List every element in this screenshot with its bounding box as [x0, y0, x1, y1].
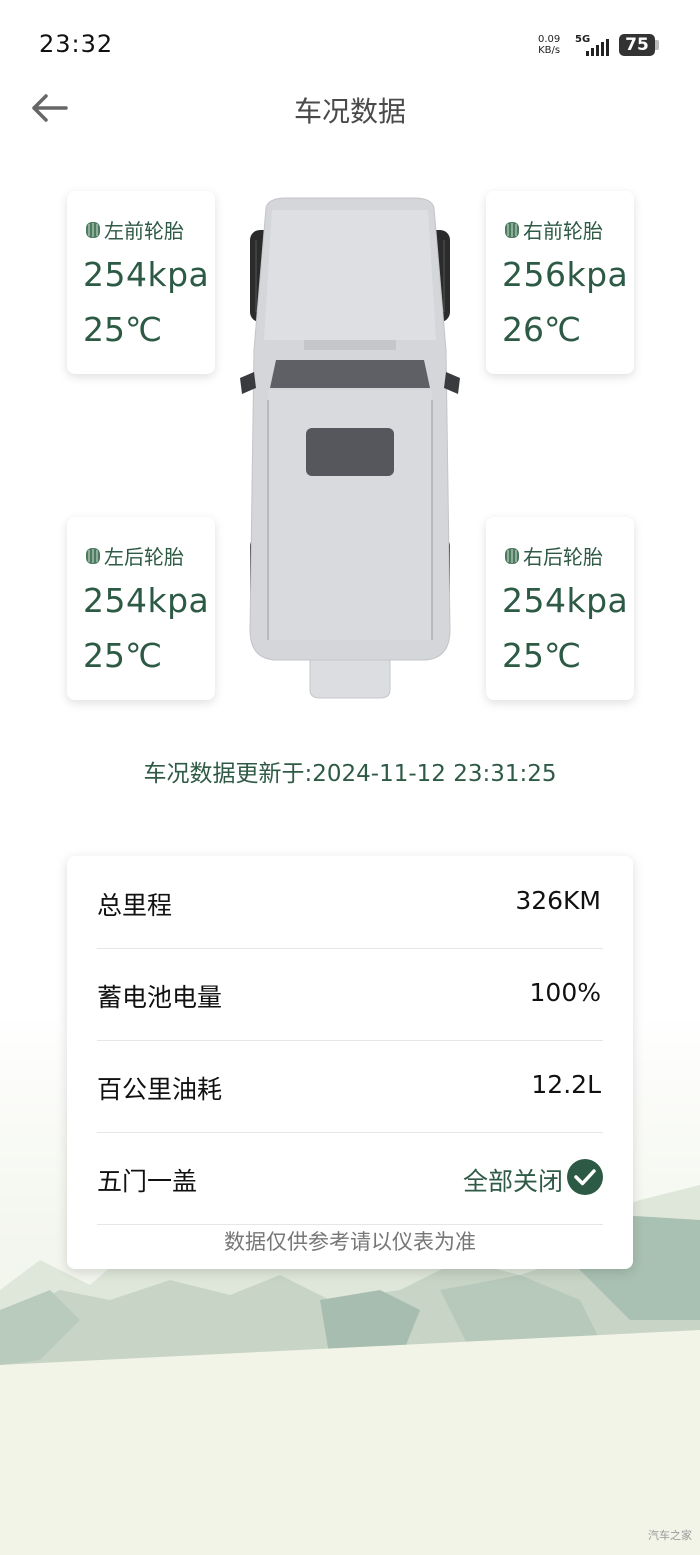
battery-icon: 75: [619, 34, 655, 56]
tire-card-rear-left: 左后轮胎 254kpa 25℃: [67, 517, 215, 700]
tire-pressure: 254kpa: [502, 581, 629, 620]
tire-label: 左后轮胎: [104, 545, 184, 569]
tire-icon: [505, 547, 519, 564]
page-title: 车况数据: [293, 95, 406, 128]
tire-icon: [86, 547, 100, 564]
network-speed-value: 0.09: [538, 34, 561, 45]
status-bar: 23:32 0.09 KB/s 5G 75: [0, 0, 700, 92]
info-value: 326KM: [515, 886, 601, 915]
data-disclaimer: 数据仅供参考请以仪表为准: [224, 1230, 476, 1254]
tire-temperature: 25℃: [502, 636, 582, 675]
tire-card-front-right: 右前轮胎 256kpa 26℃: [486, 191, 634, 374]
tire-pressure: 254kpa: [83, 581, 210, 620]
tire-pressure: 254kpa: [83, 255, 210, 294]
tire-label: 左前轮胎: [104, 219, 184, 243]
info-value: 全部关闭: [462, 1167, 563, 1196]
signal-bars-icon: [586, 39, 609, 56]
info-label: 百公里油耗: [97, 1075, 223, 1104]
tire-icon: [86, 221, 100, 238]
tire-icon: [505, 221, 519, 238]
network-speed: 0.09 KB/s: [538, 34, 560, 56]
network-speed-unit: KB/s: [538, 45, 561, 56]
tire-card-front-left: 左前轮胎 254kpa 25℃: [67, 191, 215, 374]
info-value: 100%: [529, 978, 601, 1007]
info-label: 五门一盖: [97, 1167, 198, 1196]
tire-temperature: 26℃: [502, 310, 582, 349]
info-label: 总里程: [97, 891, 173, 920]
info-row-battery-level: 蓄电池电量 100%: [97, 948, 603, 1041]
tire-card-rear-right: 右后轮胎 254kpa 25℃: [486, 517, 634, 700]
vehicle-info-panel: 总里程 326KM 蓄电池电量 100% 百公里油耗 12.2L 五门一盖 全部…: [67, 856, 633, 1269]
tire-temperature: 25℃: [83, 636, 163, 675]
info-row-fuel-consumption: 百公里油耗 12.2L: [97, 1040, 603, 1133]
battery-cap: [655, 40, 659, 50]
data-update-time: 车况数据更新于:2024-11-12 23:31:25: [143, 761, 557, 787]
info-row-doors: 五门一盖 全部关闭: [97, 1132, 603, 1225]
tire-label: 右后轮胎: [523, 545, 603, 569]
tire-pressure: 256kpa: [502, 255, 629, 294]
tire-label: 右前轮胎: [523, 219, 603, 243]
info-value: 12.2L: [531, 1070, 601, 1099]
tire-temperature: 25℃: [83, 310, 163, 349]
vehicle-top-view: [240, 197, 460, 699]
info-row-total-mileage: 总里程 326KM: [97, 856, 603, 949]
status-time: 23:32: [39, 30, 114, 58]
check-circle-icon: [567, 1159, 603, 1195]
watermark: 汽车之家: [648, 1529, 692, 1542]
info-label: 蓄电池电量: [97, 983, 223, 1012]
